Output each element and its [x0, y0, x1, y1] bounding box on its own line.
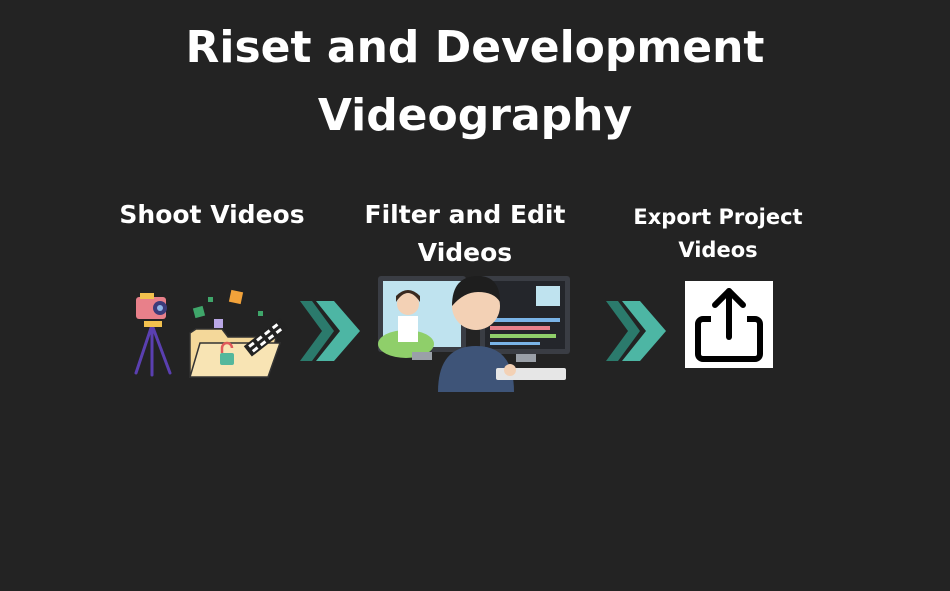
- step-label-edit: Filter and Edit Videos: [354, 196, 576, 272]
- step-label-export-line-2: Videos: [678, 238, 758, 262]
- share-export-icon: [685, 281, 773, 368]
- step-label-edit-line-1: Filter and Edit: [364, 200, 566, 229]
- chevron-arrow-icon: [606, 301, 666, 361]
- step-label-shoot: Shoot Videos: [112, 196, 312, 234]
- step-label-export-line-1: Export Project: [633, 205, 803, 229]
- step-label-edit-line-2: Videos: [417, 238, 513, 267]
- diagram-title: Riset and Development Videography: [0, 14, 950, 150]
- title-line-1: Riset and Development: [185, 22, 765, 73]
- step-label-export: Export Project Videos: [618, 201, 818, 267]
- video-editing-icon: [378, 276, 570, 392]
- chevron-arrow-icon: [300, 301, 360, 361]
- camera-folder-icon: [134, 289, 289, 378]
- step-label-shoot-line: Shoot Videos: [119, 200, 305, 229]
- title-line-2: Videography: [317, 90, 633, 141]
